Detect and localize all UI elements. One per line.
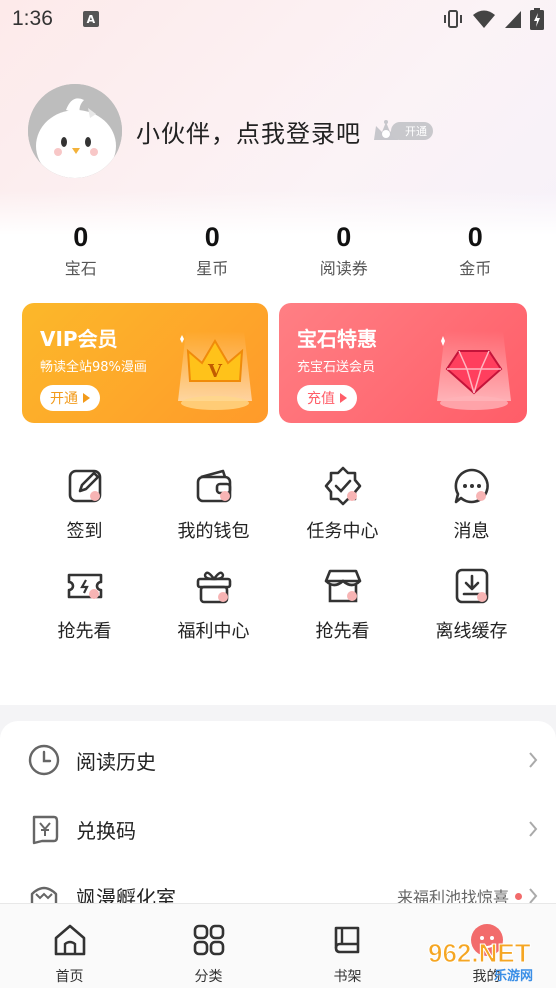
wallet-icon bbox=[196, 469, 231, 503]
stat-value: 0 bbox=[467, 222, 483, 252]
coupon-icon bbox=[32, 815, 59, 845]
stat-value: 0 bbox=[336, 222, 352, 252]
badge-check-icon bbox=[324, 466, 361, 506]
download-icon bbox=[455, 568, 488, 604]
grid-label: 抢先看 bbox=[315, 621, 370, 642]
tab-categories[interactable]: 分类 bbox=[139, 904, 278, 988]
stat-reading-coupons[interactable]: 0 阅读券 bbox=[278, 222, 410, 279]
keyboard-indicator-icon: A bbox=[82, 11, 99, 27]
gift-icon bbox=[196, 571, 231, 604]
grid-item-welfare-center[interactable]: 福利中心 bbox=[149, 565, 278, 643]
menu-item-label: 兑换码 bbox=[76, 818, 136, 843]
vip-open-button[interactable]: 开通 bbox=[40, 385, 100, 411]
grid-label: 任务中心 bbox=[306, 521, 379, 542]
tab-label: 首页 bbox=[55, 969, 84, 985]
profile-header[interactable]: 小伙伴，点我登录吧 开通 bbox=[28, 84, 433, 178]
tab-label: 书架 bbox=[333, 969, 362, 985]
wallet-stats: 0 宝石 0 星币 0 阅读券 0 金币 bbox=[15, 222, 541, 279]
grid-label: 离线缓存 bbox=[435, 621, 508, 642]
feature-grid: 签到 我的钱包 任务中心 消息 抢先看 福利中心 抢先看 离线缓存 bbox=[20, 465, 536, 643]
vibrate-icon bbox=[444, 10, 462, 28]
chevron-right-icon bbox=[529, 821, 538, 837]
grid-item-early-access-store[interactable]: 抢先看 bbox=[278, 565, 407, 643]
svg-text:V: V bbox=[207, 361, 223, 382]
status-time: 1:36 bbox=[12, 7, 53, 30]
red-dot-icon bbox=[515, 892, 522, 900]
grid-item-early-access[interactable]: 抢先看 bbox=[20, 565, 149, 643]
button-label: 充值 bbox=[307, 391, 335, 407]
menu-item-redeem-code[interactable]: 兑换码 bbox=[28, 809, 538, 849]
tab-label: 分类 bbox=[194, 969, 223, 985]
crown-illustration-icon: V bbox=[178, 331, 252, 410]
edit-icon bbox=[68, 469, 101, 503]
vip-promo-card[interactable]: VIP会员 畅读全站98%漫画 开通 V bbox=[22, 303, 268, 423]
tab-home[interactable]: 首页 bbox=[0, 904, 139, 988]
button-label: 开通 bbox=[50, 391, 78, 407]
vip-open-label: 开通 bbox=[391, 122, 433, 140]
grid-label: 消息 bbox=[453, 521, 490, 542]
stat-star-coins[interactable]: 0 星币 bbox=[147, 222, 279, 279]
stat-gems[interactable]: 0 宝石 bbox=[15, 222, 147, 279]
grid-label: 抢先看 bbox=[57, 621, 112, 642]
gem-illustration-icon bbox=[437, 331, 511, 410]
chevron-right-icon bbox=[529, 752, 538, 768]
ticket-icon bbox=[67, 573, 102, 599]
login-prompt[interactable]: 小伙伴，点我登录吧 bbox=[136, 114, 361, 149]
default-avatar-icon bbox=[28, 84, 122, 178]
grid-icon bbox=[193, 924, 224, 956]
top-card bbox=[0, 680, 556, 705]
stat-label: 宝石 bbox=[64, 259, 97, 278]
gem-promo-card[interactable]: 宝石特惠 充宝石送会员 充值 bbox=[279, 303, 527, 423]
avatar[interactable] bbox=[28, 84, 122, 178]
stat-label: 金币 bbox=[459, 259, 492, 278]
stat-gold-coins[interactable]: 0 金币 bbox=[410, 222, 542, 279]
home-icon bbox=[54, 924, 85, 956]
caret-right-icon bbox=[83, 393, 90, 403]
grid-label: 签到 bbox=[66, 521, 103, 542]
tab-bookshelf[interactable]: 书架 bbox=[278, 904, 417, 988]
stat-label: 星币 bbox=[196, 259, 229, 278]
grid-item-checkin[interactable]: 签到 bbox=[20, 465, 149, 543]
grid-item-messages[interactable]: 消息 bbox=[407, 465, 536, 543]
store-icon bbox=[324, 569, 361, 603]
stat-value: 0 bbox=[73, 222, 89, 252]
site-watermark: 962.NET 乐游网 bbox=[428, 938, 534, 985]
status-bar: 1:36 A bbox=[0, 0, 556, 38]
watermark-subtext: 乐游网 bbox=[494, 968, 533, 984]
clock-icon bbox=[28, 744, 60, 776]
gem-recharge-button[interactable]: 充值 bbox=[297, 385, 357, 411]
book-icon bbox=[334, 926, 359, 954]
wifi-icon bbox=[473, 10, 495, 28]
caret-right-icon bbox=[340, 393, 347, 403]
grid-label: 我的钱包 bbox=[177, 521, 250, 542]
watermark-text: 962.NET bbox=[428, 938, 531, 968]
stat-value: 0 bbox=[204, 222, 220, 252]
grid-label: 福利中心 bbox=[177, 621, 250, 642]
grid-item-task-center[interactable]: 任务中心 bbox=[278, 465, 407, 543]
chat-bubble-icon bbox=[454, 468, 489, 504]
menu-item-reading-history[interactable]: 阅读历史 bbox=[28, 740, 538, 780]
grid-item-wallet[interactable]: 我的钱包 bbox=[149, 465, 278, 543]
vip-badge[interactable]: 开通 bbox=[371, 118, 433, 144]
grid-item-offline-cache[interactable]: 离线缓存 bbox=[407, 565, 536, 643]
signal-icon bbox=[505, 11, 521, 28]
menu-item-label: 阅读历史 bbox=[76, 749, 156, 774]
stat-label: 阅读券 bbox=[319, 259, 368, 278]
battery-icon bbox=[530, 8, 544, 30]
